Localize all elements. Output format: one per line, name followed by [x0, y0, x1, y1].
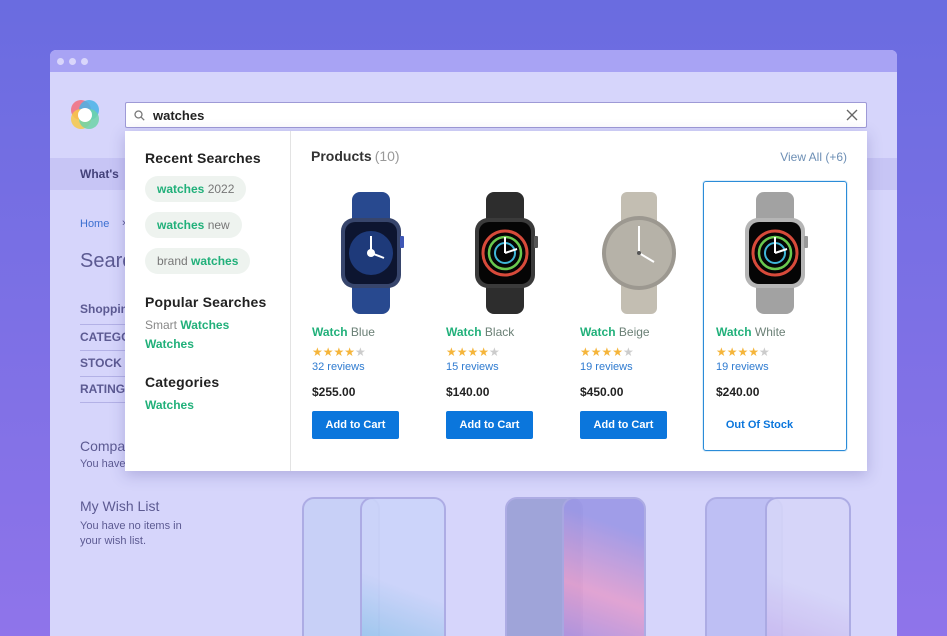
search-bar[interactable] — [125, 102, 867, 128]
phone-image-front[interactable] — [562, 497, 646, 636]
rating-stars: ★★★★★ — [312, 345, 366, 359]
recent-searches-title: Recent Searches — [145, 150, 261, 166]
watch-blue-image[interactable] — [326, 192, 416, 314]
watch-beige-image[interactable] — [594, 192, 684, 314]
search-input[interactable] — [153, 107, 846, 123]
filter-shopping: Shoppin — [80, 302, 128, 316]
wishlist-text: You have no items in — [80, 520, 182, 532]
rating-stars: ★★★★★ — [580, 345, 634, 359]
view-all-link[interactable]: View All (+6) — [780, 150, 847, 164]
reviews-link[interactable]: 19 reviews — [716, 361, 769, 373]
add-to-cart-button[interactable]: Add to Cart — [580, 411, 667, 439]
recent-search-chip[interactable]: brand watches — [145, 248, 251, 274]
wishlist-title: My Wish List — [80, 498, 160, 514]
product-name[interactable]: Watch Blue — [312, 325, 375, 339]
reviews-link[interactable]: 15 reviews — [446, 361, 499, 373]
recent-search-chip[interactable]: watches 2022 — [145, 176, 247, 202]
products-header: Products (10) — [311, 148, 400, 164]
recent-searches-list: watches 2022 watches new brand watches — [145, 170, 290, 274]
filter-category[interactable]: CATEGO — [80, 330, 130, 344]
suggestions-column: Recent Searches watches 2022 watches new… — [125, 131, 291, 471]
category-link[interactable]: Watches — [145, 396, 290, 415]
window-dot[interactable] — [81, 57, 88, 65]
add-to-cart-button[interactable]: Add to Cart — [446, 411, 533, 439]
add-to-cart-button[interactable]: Add to Cart — [312, 411, 399, 439]
filter-rating[interactable]: RATING — [80, 382, 125, 396]
window-dot[interactable] — [57, 57, 64, 65]
title-bar — [50, 50, 897, 72]
products-column: Products (10) View All (+6) Watch Blue ★★… — [291, 131, 867, 471]
product-name[interactable]: Watch Beige — [580, 325, 650, 339]
search-dropdown: Recent Searches watches 2022 watches new… — [125, 131, 867, 471]
reviews-link[interactable]: 32 reviews — [312, 361, 365, 373]
compare-text: You have — [80, 458, 126, 470]
product-name[interactable]: Watch Black — [446, 325, 514, 339]
breadcrumb-home[interactable]: Home — [80, 218, 109, 230]
product-card-selected[interactable]: Watch White ★★★★★ 19 reviews $240.00 Out… — [703, 181, 847, 451]
wishlist-text: your wish list. — [80, 535, 147, 547]
product-card[interactable]: Watch Beige ★★★★★ 19 reviews $450.00 Add… — [567, 181, 711, 451]
phone-image-front[interactable] — [360, 497, 446, 636]
product-price: $255.00 — [312, 385, 356, 399]
clear-icon[interactable] — [846, 109, 858, 121]
rating-stars: ★★★★★ — [716, 345, 770, 359]
popular-searches-title: Popular Searches — [145, 294, 267, 310]
product-card[interactable]: Watch Black ★★★★★ 15 reviews $140.00 Add… — [433, 181, 577, 451]
store-logo[interactable] — [67, 97, 103, 133]
compare-title: Compa — [80, 438, 126, 454]
reviews-link[interactable]: 19 reviews — [580, 361, 633, 373]
product-price: $240.00 — [716, 385, 760, 399]
product-price: $140.00 — [446, 385, 490, 399]
recent-search-chip[interactable]: watches new — [145, 212, 242, 238]
product-card[interactable]: Watch Blue ★★★★★ 32 reviews $255.00 Add … — [299, 181, 443, 451]
nav-item-whats-new[interactable]: What's — [80, 167, 119, 181]
search-icon — [134, 109, 145, 121]
watch-black-image[interactable] — [460, 192, 550, 314]
window-dot[interactable] — [69, 57, 76, 65]
out-of-stock-label: Out Of Stock — [716, 411, 803, 439]
watch-white-image[interactable] — [730, 192, 820, 314]
product-name[interactable]: Watch White — [716, 325, 786, 339]
filter-stock[interactable]: STOCK — [80, 356, 122, 370]
phone-image-front[interactable] — [765, 497, 851, 636]
popular-search-link[interactable]: Smart Watches Watches — [145, 316, 290, 354]
product-price: $450.00 — [580, 385, 624, 399]
categories-title: Categories — [145, 374, 220, 390]
rating-stars: ★★★★★ — [446, 345, 500, 359]
